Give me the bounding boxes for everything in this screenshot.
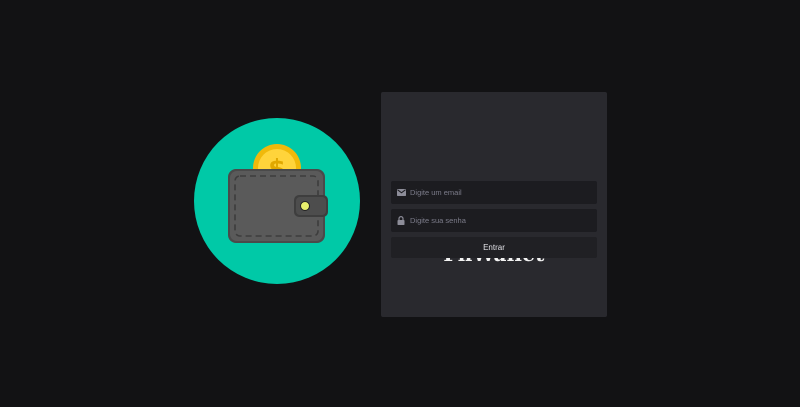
wallet-coin-icon: $ bbox=[194, 118, 360, 284]
mail-icon bbox=[396, 188, 406, 198]
submit-button[interactable]: Entrar bbox=[391, 237, 597, 258]
email-field[interactable] bbox=[391, 181, 597, 204]
password-field[interactable] bbox=[391, 209, 597, 232]
password-input[interactable] bbox=[410, 216, 590, 225]
lock-icon bbox=[396, 216, 406, 226]
email-input[interactable] bbox=[410, 188, 590, 197]
wallet-logo: $ bbox=[194, 118, 360, 284]
login-card: FnWallet Entrar bbox=[381, 92, 607, 317]
login-page: $ FnWallet bbox=[0, 0, 800, 407]
